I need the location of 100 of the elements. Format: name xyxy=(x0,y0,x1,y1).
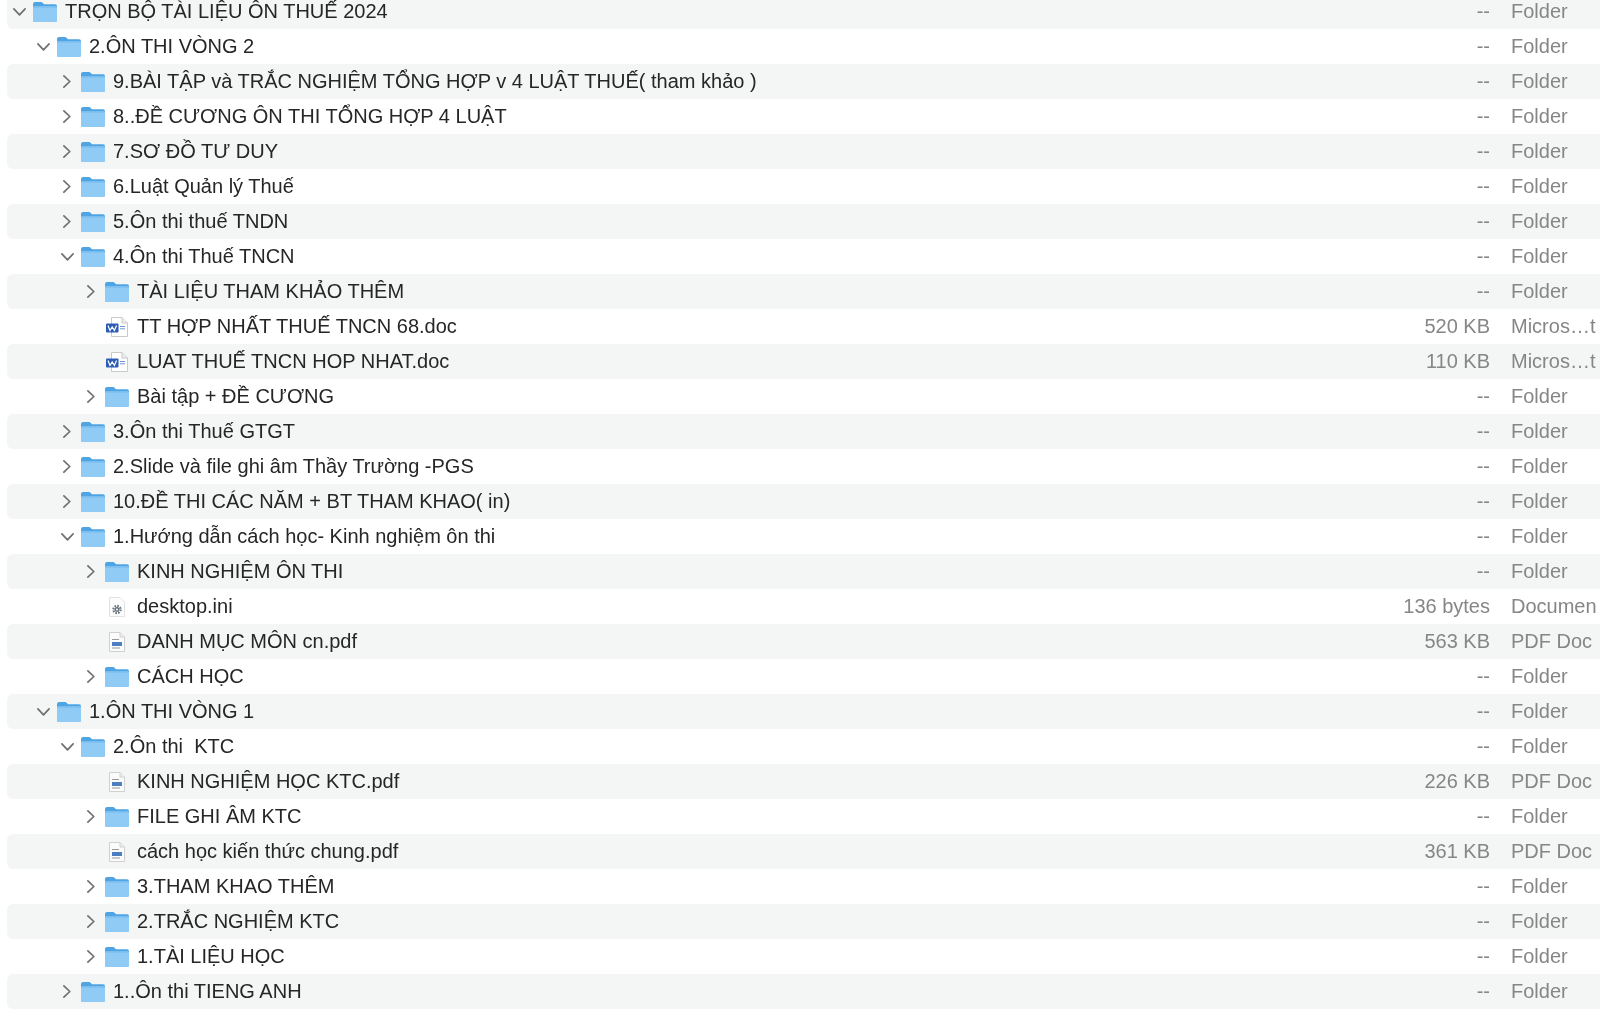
folder-icon xyxy=(105,386,129,407)
chevron-right-icon[interactable] xyxy=(63,425,71,438)
list-row[interactable]: TRỌN BỘ TÀI LIỆU ÔN THUẾ 2024 -- Folder xyxy=(7,0,1600,29)
chevron-right-icon[interactable] xyxy=(87,880,95,893)
file-name[interactable]: TRỌN BỘ TÀI LIỆU ÔN THUẾ 2024 xyxy=(65,0,388,23)
file-name[interactable]: KINH NGHIỆM HỌC KTC.pdf xyxy=(137,770,400,793)
list-row[interactable]: 3.Ôn thi Thuế GTGT -- Folder xyxy=(7,414,1600,449)
file-name[interactable]: 1.TÀI LIỆU HỌC xyxy=(137,945,285,968)
chevron-right-icon[interactable] xyxy=(87,915,95,928)
list-row[interactable]: TÀI LIỆU THAM KHẢO THÊM -- Folder xyxy=(7,274,1600,309)
file-kind: Folder xyxy=(1511,945,1568,968)
file-name[interactable]: 9.BÀI TẬP và TRẮC NGHIỆM TỔNG HỢP v 4 LUẬT THUẾ( tham khảo ) xyxy=(113,70,757,93)
chevron-right-icon[interactable] xyxy=(63,75,71,88)
file-name[interactable]: LUAT THUẾ TNCN HOP NHAT.doc xyxy=(137,350,450,373)
file-name[interactable]: 10.ĐỀ THI CÁC NĂM + BT THAM KHAO( in) xyxy=(113,490,511,513)
file-name[interactable]: KINH NGHIỆM ÔN THI xyxy=(137,560,344,583)
list-row[interactable]: 10.ĐỀ THI CÁC NĂM + BT THAM KHAO( in) -- Folder xyxy=(7,484,1600,519)
chevron-down-icon[interactable] xyxy=(60,252,74,261)
file-name[interactable]: FILE GHI ÂM KTC xyxy=(137,805,302,828)
chevron-right-icon[interactable] xyxy=(63,145,71,158)
file-name[interactable]: 1.Hướng dẫn cách học- Kinh nghiệm ôn thi xyxy=(113,525,496,548)
chevron-right-icon[interactable] xyxy=(63,215,71,228)
folder-icon xyxy=(81,71,105,92)
list-row[interactable]: KINH NGHIỆM ÔN THI -- Folder xyxy=(7,554,1600,589)
file-size: -- xyxy=(1476,280,1490,303)
chevron-down-icon[interactable] xyxy=(12,7,26,16)
file-name[interactable]: TÀI LIỆU THAM KHẢO THÊM xyxy=(137,280,405,303)
chevron-down-icon[interactable] xyxy=(60,742,74,751)
chevron-down-icon[interactable] xyxy=(60,532,74,541)
file-size: -- xyxy=(1476,735,1490,758)
file-kind: PDF Doc xyxy=(1511,840,1593,863)
chevron-right-icon[interactable] xyxy=(87,950,95,963)
list-row[interactable]: KINH NGHIỆM HỌC KTC.pdf 226 KB PDF Doc xyxy=(7,764,1600,799)
file-size: -- xyxy=(1476,140,1490,163)
file-size: -- xyxy=(1476,210,1490,233)
list-row[interactable]: 1.ÔN THI VÒNG 1 -- Folder xyxy=(7,694,1600,729)
chevron-right-icon[interactable] xyxy=(63,110,71,123)
file-name[interactable]: Bài tập + ĐỀ CƯƠNG xyxy=(137,385,335,408)
file-name[interactable]: 2.TRẮC NGHIỆM KTC xyxy=(137,910,340,933)
folder-icon xyxy=(81,211,105,232)
chevron-right-icon[interactable] xyxy=(87,670,95,683)
file-kind: Folder xyxy=(1511,35,1568,58)
file-size: -- xyxy=(1476,980,1490,1003)
file-kind: Folder xyxy=(1511,560,1568,583)
file-name[interactable]: 6.Luật Quản lý Thuế xyxy=(113,175,294,198)
chevron-right-icon[interactable] xyxy=(87,810,95,823)
folder-icon xyxy=(105,946,129,967)
list-row[interactable]: LUAT THUẾ TNCN HOP NHAT.doc 110 KB Micros…t xyxy=(7,344,1600,379)
file-name[interactable]: CÁCH HỌC xyxy=(137,665,244,688)
file-name[interactable]: cách học kiến thức chung.pdf xyxy=(137,840,399,863)
file-size: -- xyxy=(1476,455,1490,478)
file-name[interactable]: 2.Ôn thi KTC xyxy=(113,735,235,758)
list-row[interactable]: cách học kiến thức chung.pdf 361 KB PDF Doc xyxy=(7,834,1600,869)
chevron-down-icon[interactable] xyxy=(36,707,50,716)
file-kind: Folder xyxy=(1511,210,1568,233)
list-row[interactable]: 7.SƠ ĐỒ TƯ DUY -- Folder xyxy=(7,134,1600,169)
document-icon xyxy=(106,351,128,372)
chevron-right-icon[interactable] xyxy=(63,460,71,473)
document-thumbnail-icon xyxy=(109,771,125,792)
file-name[interactable]: 1..Ôn thi TIENG ANH xyxy=(113,980,302,1003)
file-name[interactable]: 4.Ôn thi Thuế TNCN xyxy=(113,245,295,268)
file-name[interactable]: TT HỢP NHẤT THUẾ TNCN 68.doc xyxy=(137,315,457,338)
file-name[interactable]: desktop.ini xyxy=(137,595,233,618)
folder-icon xyxy=(81,141,105,162)
chevron-right-icon[interactable] xyxy=(87,285,95,298)
file-kind: Folder xyxy=(1511,805,1568,828)
list-row[interactable]: 9.BÀI TẬP và TRẮC NGHIỆM TỔNG HỢP v 4 LUẬT THUẾ( tham khảo ) -- Folder xyxy=(7,64,1600,99)
chevron-right-icon[interactable] xyxy=(87,565,95,578)
file-name[interactable]: 8..ĐỀ CƯƠNG ÔN THI TỔNG HỢP 4 LUẬT xyxy=(113,105,507,128)
file-kind: Folder xyxy=(1511,490,1568,513)
folder-icon xyxy=(105,806,129,827)
chevron-right-icon[interactable] xyxy=(87,390,95,403)
folder-icon xyxy=(81,421,105,442)
list-row[interactable]: DANH MỤC MÔN cn.pdf 563 KB PDF Doc xyxy=(7,624,1600,659)
list-row[interactable]: 2.TRẮC NGHIỆM KTC -- Folder xyxy=(7,904,1600,939)
file-name[interactable]: 2.Slide và file ghi âm Thầy Trường -PGS xyxy=(113,455,474,478)
chevron-right-icon[interactable] xyxy=(63,985,71,998)
file-name[interactable]: 3.THAM KHAO THÊM xyxy=(137,875,335,898)
chevron-down-icon[interactable] xyxy=(36,42,50,51)
file-kind: Folder xyxy=(1511,455,1568,478)
list-row[interactable]: 1..Ôn thi TIENG ANH -- Folder xyxy=(7,974,1600,1009)
file-size: -- xyxy=(1476,525,1490,548)
folder-icon xyxy=(81,981,105,1002)
file-name[interactable]: 1.ÔN THI VÒNG 1 xyxy=(89,700,255,723)
file-name[interactable]: 3.Ôn thi Thuế GTGT xyxy=(113,420,295,443)
file-name[interactable]: 7.SƠ ĐỒ TƯ DUY xyxy=(113,140,278,163)
file-size: -- xyxy=(1476,105,1490,128)
file-kind: Folder xyxy=(1511,525,1568,548)
chevron-right-icon[interactable] xyxy=(63,180,71,193)
file-size: 226 KB xyxy=(1424,770,1490,793)
file-name[interactable]: 2.ÔN THI VÒNG 2 xyxy=(89,35,255,58)
folder-icon xyxy=(105,876,129,897)
chevron-right-icon[interactable] xyxy=(63,495,71,508)
folder-icon xyxy=(81,456,105,477)
file-size: -- xyxy=(1476,175,1490,198)
file-kind: Folder xyxy=(1511,420,1568,443)
file-name[interactable]: 5.Ôn thi thuế TNDN xyxy=(113,210,289,233)
file-size: -- xyxy=(1476,0,1490,23)
list-row[interactable]: 5.Ôn thi thuế TNDN -- Folder xyxy=(7,204,1600,239)
file-name[interactable]: DANH MỤC MÔN cn.pdf xyxy=(137,630,358,653)
